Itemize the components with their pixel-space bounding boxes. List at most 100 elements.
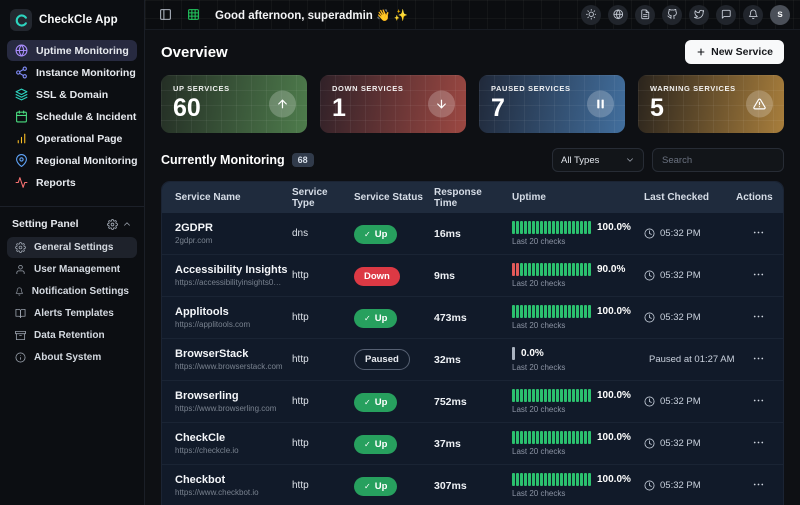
service-url: https://checkcle.io bbox=[175, 446, 284, 455]
uptime-bars bbox=[512, 431, 591, 444]
row-actions-button[interactable] bbox=[748, 266, 769, 286]
table-row-2gdpr[interactable]: 2GDPR 2gdpr.com dns ✓Up 16ms 100.0% Last… bbox=[162, 213, 783, 255]
table-row-checkcle[interactable]: CheckCle https://checkcle.io http ✓Up 37… bbox=[162, 423, 783, 465]
monitoring-filters: All Types bbox=[552, 148, 784, 172]
status-badge: ✓Up bbox=[354, 393, 397, 412]
settings-panel-toggle[interactable]: Setting Panel bbox=[0, 213, 144, 236]
row-actions-button[interactable] bbox=[748, 476, 769, 496]
github-icon-button[interactable] bbox=[662, 5, 682, 25]
file-icon bbox=[640, 9, 651, 20]
service-name: Applitools bbox=[175, 306, 284, 318]
twitter-icon-button[interactable] bbox=[689, 5, 709, 25]
clock-icon bbox=[644, 270, 655, 281]
chevron-down-icon bbox=[625, 155, 635, 165]
gear-icon bbox=[107, 219, 118, 230]
sidebar-item-operational-page[interactable]: Operational Page bbox=[7, 128, 137, 149]
uptime-cell: 100.0% Last 20 checks bbox=[504, 473, 636, 498]
sidebar-item-label: SSL & Domain bbox=[36, 89, 108, 101]
sidebar-item-uptime-monitoring[interactable]: Uptime Monitoring bbox=[7, 40, 137, 61]
sidebar-item-alerts-templates[interactable]: Alerts Templates bbox=[7, 303, 137, 324]
search-input[interactable] bbox=[652, 148, 784, 172]
sun-icon-button[interactable] bbox=[581, 5, 601, 25]
chevron-up-icon bbox=[122, 219, 132, 229]
service-type: http bbox=[284, 438, 346, 449]
table-row-browserling[interactable]: Browserling https://www.browserling.com … bbox=[162, 381, 783, 423]
sidebar-item-general-settings[interactable]: General Settings bbox=[7, 237, 137, 258]
service-status-cell: ✓Up bbox=[346, 308, 426, 328]
sidebar-item-instance-monitoring[interactable]: Instance Monitoring bbox=[7, 62, 137, 83]
clock-icon bbox=[644, 228, 655, 239]
content: Overview New Service UP SERVICES 60 DOWN… bbox=[145, 30, 800, 505]
table-row-accessibility-insights[interactable]: Accessibility Insights https://accessibi… bbox=[162, 255, 783, 297]
service-status-cell: ✓Up bbox=[346, 392, 426, 412]
row-actions-button[interactable] bbox=[748, 308, 769, 328]
globe-icon-button[interactable] bbox=[608, 5, 628, 25]
stats-row: UP SERVICES 60 DOWN SERVICES 1 PAUSED SE… bbox=[161, 75, 784, 133]
new-service-button[interactable]: New Service bbox=[685, 40, 784, 64]
layers-icon bbox=[15, 88, 28, 101]
service-name: 2GDPR bbox=[175, 222, 284, 234]
row-actions-button[interactable] bbox=[748, 392, 769, 412]
checkcle-logo-icon bbox=[10, 9, 32, 31]
sidebar-item-label: General Settings bbox=[34, 242, 113, 253]
column-header-actions: Actions bbox=[728, 192, 784, 203]
sidebar-item-schedule-incident[interactable]: Schedule & Incident bbox=[7, 106, 137, 127]
sidebar-collapse-button[interactable] bbox=[155, 5, 175, 25]
row-actions-button[interactable] bbox=[748, 434, 769, 454]
table-row-browserstack[interactable]: BrowserStack https://www.browserstack.co… bbox=[162, 339, 783, 381]
service-type: http bbox=[284, 270, 346, 281]
sidebar-item-about-system[interactable]: About System bbox=[7, 347, 137, 368]
service-name: Accessibility Insights bbox=[175, 264, 284, 276]
service-status-cell: ✓Up bbox=[346, 224, 426, 244]
sidebar-item-user-management[interactable]: User Management bbox=[7, 259, 137, 280]
stat-card-down-services[interactable]: DOWN SERVICES 1 bbox=[320, 75, 466, 133]
row-actions-button[interactable] bbox=[748, 224, 769, 244]
stat-card-paused-services[interactable]: PAUSED SERVICES 7 bbox=[479, 75, 625, 133]
service-name-cell: BrowserStack https://www.browserstack.co… bbox=[162, 348, 284, 371]
arrow-up-icon bbox=[276, 98, 289, 111]
column-header-service-name: Service Name bbox=[162, 192, 284, 203]
topbar: Good afternoon, superadmin 👋 ✨ s bbox=[145, 0, 800, 30]
type-filter-select[interactable]: All Types bbox=[552, 148, 644, 172]
check-icon: ✓ bbox=[364, 440, 371, 449]
table-row-applitools[interactable]: Applitools https://applitools.com http ✓… bbox=[162, 297, 783, 339]
settings-nav: General Settings User Management Notific… bbox=[0, 236, 144, 369]
service-type: dns bbox=[284, 228, 346, 239]
column-header-response-time: Response Time bbox=[426, 187, 504, 209]
bell-icon bbox=[748, 9, 759, 20]
info-icon bbox=[15, 352, 26, 363]
sidebar-item-data-retention[interactable]: Data Retention bbox=[7, 325, 137, 346]
actions-cell bbox=[728, 392, 783, 412]
service-status-cell: ✓Up bbox=[346, 434, 426, 454]
sidebar-item-notification-settings[interactable]: Notification Settings bbox=[7, 281, 137, 302]
file-icon-button[interactable] bbox=[635, 5, 655, 25]
uptime-bars bbox=[512, 389, 591, 402]
stat-card-warning-services[interactable]: WARNING SERVICES 5 bbox=[638, 75, 784, 133]
greeting-text: Good afternoon, superadmin 👋 ✨ bbox=[215, 8, 408, 22]
service-name-cell: CheckCle https://checkcle.io bbox=[162, 432, 284, 455]
pause-icon bbox=[587, 91, 614, 118]
sidebar-item-label: Notification Settings bbox=[32, 286, 129, 297]
sidebar-item-regional-monitoring[interactable]: Regional Monitoring bbox=[7, 150, 137, 171]
uptime-cell: 90.0% Last 20 checks bbox=[504, 263, 636, 288]
app-logo[interactable]: CheckCle App bbox=[0, 0, 144, 39]
uptime-percent: 100.0% bbox=[597, 474, 631, 485]
stat-card-up-services[interactable]: UP SERVICES 60 bbox=[161, 75, 307, 133]
bell-icon-button[interactable] bbox=[743, 5, 763, 25]
twitter-icon bbox=[694, 9, 705, 20]
sidebar-item-ssl-domain[interactable]: SSL & Domain bbox=[7, 84, 137, 105]
checks-caption: Last 20 checks bbox=[512, 321, 636, 330]
response-time: 307ms bbox=[426, 480, 504, 492]
sidebar-item-reports[interactable]: Reports bbox=[7, 172, 137, 193]
apps-grid-button[interactable] bbox=[183, 5, 203, 25]
book-icon bbox=[15, 308, 26, 319]
globe-icon bbox=[613, 9, 624, 20]
checks-caption: Last 20 checks bbox=[512, 405, 636, 414]
row-actions-button[interactable] bbox=[748, 350, 769, 370]
status-badge: ✓Up bbox=[354, 225, 397, 244]
user-avatar[interactable]: s bbox=[770, 5, 790, 25]
sidebar-item-label: Regional Monitoring bbox=[36, 155, 138, 167]
table-row-checkbot[interactable]: Checkbot https://www.checkbot.io http ✓U… bbox=[162, 465, 783, 505]
chat-icon-button[interactable] bbox=[716, 5, 736, 25]
last-checked: 05:32 PM bbox=[636, 480, 728, 491]
